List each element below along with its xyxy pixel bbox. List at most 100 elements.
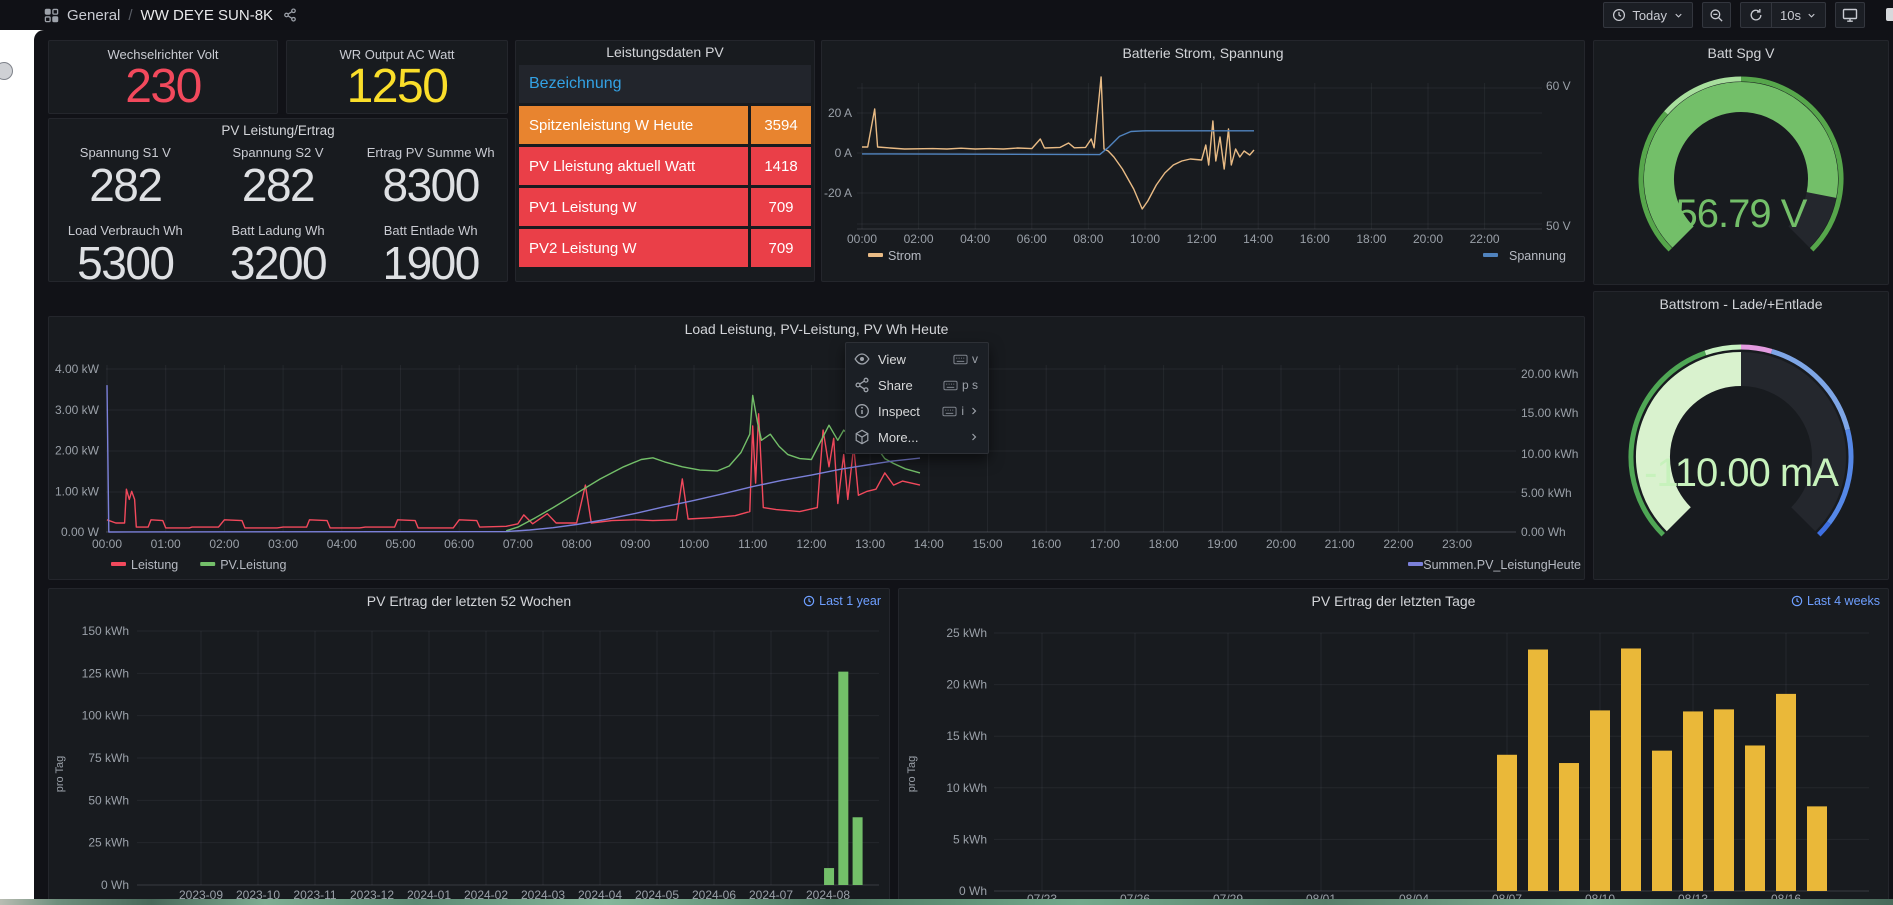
panel-leistungsdaten-pv: Leistungsdaten PV Bezeichnung Spitzenlei… bbox=[515, 40, 815, 282]
svg-text:10:00: 10:00 bbox=[1130, 232, 1160, 246]
table-row[interactable]: Spitzenleistung W Heute3594 bbox=[519, 106, 811, 144]
refresh-interval-picker[interactable]: 10s bbox=[1772, 3, 1825, 27]
breadcrumb-dashboard-title[interactable]: WW DEYE SUN-8K bbox=[141, 7, 274, 24]
panel-title[interactable]: Battstrom - Lade/+Entlade bbox=[1594, 296, 1888, 312]
svg-text:5 kWh: 5 kWh bbox=[953, 832, 987, 846]
clock-icon bbox=[1791, 595, 1803, 607]
load-chart-canvas[interactable]: 4.00 kW3.00 kW2.00 kW1.00 kW0.00 W20.00 … bbox=[49, 317, 1584, 579]
time-shortcut-link[interactable]: Last 1 year bbox=[803, 594, 881, 608]
menu-item-shortcut: i bbox=[961, 404, 964, 418]
stat-value: 5300 bbox=[77, 240, 173, 287]
svg-text:08:00: 08:00 bbox=[562, 537, 592, 551]
share-dashboard-icon[interactable] bbox=[283, 8, 297, 22]
svg-text:13:00: 13:00 bbox=[855, 537, 885, 551]
svg-text:25 kWh: 25 kWh bbox=[88, 836, 129, 850]
svg-text:10 kWh: 10 kWh bbox=[946, 781, 987, 795]
stat-cell: Batt Entlade Wh1900 bbox=[354, 223, 507, 287]
refresh-button[interactable] bbox=[1741, 3, 1771, 27]
svg-text:11:00: 11:00 bbox=[738, 537, 767, 551]
keyboard-icon bbox=[953, 352, 968, 367]
keyboard-icon bbox=[942, 404, 957, 419]
zoom-out-button[interactable] bbox=[1702, 2, 1731, 28]
stat-cell: Batt Ladung Wh3200 bbox=[202, 223, 355, 287]
svg-text:-20 A: -20 A bbox=[824, 186, 852, 200]
menu-item-view[interactable]: Viewv bbox=[846, 346, 988, 372]
menu-item-label: View bbox=[878, 352, 953, 367]
table-row[interactable]: PV Lleistung aktuell Watt1418 bbox=[519, 147, 811, 185]
panel-title[interactable]: Leistungsdaten PV bbox=[516, 44, 814, 60]
nav-controls: Today 10s bbox=[1603, 3, 1865, 27]
svg-text:20:00: 20:00 bbox=[1413, 232, 1443, 246]
svg-text:20:00: 20:00 bbox=[1266, 537, 1296, 551]
refresh-group: 10s bbox=[1740, 2, 1826, 28]
apps-grid-icon[interactable] bbox=[44, 8, 59, 23]
svg-text:02:00: 02:00 bbox=[904, 232, 934, 246]
window-edge-artifact bbox=[1886, 8, 1893, 21]
refresh-interval-label: 10s bbox=[1780, 8, 1801, 23]
cycle-view-mode-button[interactable] bbox=[1835, 2, 1865, 28]
svg-text:Spannung: Spannung bbox=[1509, 249, 1566, 263]
time-shortcut-link[interactable]: Last 4 weeks bbox=[1791, 594, 1880, 608]
svg-text:05:00: 05:00 bbox=[385, 537, 415, 551]
svg-text:15.00 kWh: 15.00 kWh bbox=[1521, 406, 1578, 420]
pv52-chart-canvas[interactable]: 150 kWh125 kWh100 kWh75 kWh50 kWh25 kWh0… bbox=[49, 589, 889, 904]
svg-text:12:00: 12:00 bbox=[796, 537, 826, 551]
batt-spg-gauge[interactable]: 56.79 V bbox=[1594, 41, 1888, 284]
panel-context-menu: ViewvSharep sInspecti More... bbox=[845, 342, 989, 454]
svg-text:02:00: 02:00 bbox=[209, 537, 239, 551]
svg-text:04:00: 04:00 bbox=[960, 232, 990, 246]
stat-value: 282 bbox=[242, 162, 314, 209]
batterie-chart-canvas[interactable]: 20 A0 A-20 A60 V50 V00:0002:0004:0006:00… bbox=[822, 41, 1584, 281]
row-name-cell: PV2 Leistung W bbox=[519, 229, 748, 267]
svg-text:15 kWh: 15 kWh bbox=[946, 729, 987, 743]
panel-title[interactable]: PV Ertrag der letzten Tage bbox=[899, 593, 1888, 609]
stat-value: 8300 bbox=[382, 162, 478, 209]
row-name-cell: PV1 Leistung W bbox=[519, 188, 748, 226]
panel-title[interactable]: Batterie Strom, Spannung bbox=[822, 45, 1584, 61]
svg-text:22:00: 22:00 bbox=[1470, 232, 1500, 246]
panel-title[interactable]: PV Ertrag der letzten 52 Wochen bbox=[49, 593, 889, 609]
stat-value: 282 bbox=[89, 162, 161, 209]
svg-text:19:00: 19:00 bbox=[1207, 537, 1237, 551]
table-column-header[interactable]: Bezeichnung bbox=[519, 65, 811, 103]
svg-text:0 A: 0 A bbox=[835, 146, 852, 160]
sidebar-toggle-button[interactable] bbox=[0, 62, 13, 80]
monitor-icon bbox=[1842, 7, 1858, 23]
table: Bezeichnung Spitzenleistung W Heute3594P… bbox=[519, 65, 811, 270]
svg-text:20 A: 20 A bbox=[828, 106, 852, 120]
left-margin bbox=[0, 30, 34, 905]
svg-text:14:00: 14:00 bbox=[914, 537, 944, 551]
menu-item-label: More... bbox=[878, 430, 966, 445]
pvdays-chart-canvas[interactable]: 25 kWh20 kWh15 kWh10 kWh5 kWh0 Wh07/2307… bbox=[899, 589, 1888, 904]
stat-label: Spannung S1 V bbox=[80, 145, 171, 160]
clock-icon bbox=[1612, 8, 1626, 22]
svg-text:1.00 kW: 1.00 kW bbox=[55, 484, 100, 498]
battstrom-gauge[interactable]: -110.00 mA bbox=[1594, 292, 1888, 579]
menu-item-inspect[interactable]: Inspecti bbox=[846, 398, 988, 424]
svg-text:Leistung: Leistung bbox=[131, 558, 178, 572]
stat-cell: Ertrag PV Summe Wh8300 bbox=[354, 145, 507, 209]
menu-item-share[interactable]: Sharep s bbox=[846, 372, 988, 398]
table-row[interactable]: PV1 Leistung W709 bbox=[519, 188, 811, 226]
svg-text:10:00: 10:00 bbox=[679, 537, 709, 551]
eye-icon bbox=[854, 351, 870, 367]
panel-title[interactable]: Load Leistung, PV-Leistung, PV Wh Heute bbox=[49, 321, 1584, 337]
stat-cell: Load Verbrauch Wh5300 bbox=[49, 223, 202, 287]
svg-text:2.00 kW: 2.00 kW bbox=[55, 444, 100, 458]
breadcrumb-section[interactable]: General bbox=[67, 7, 120, 24]
stat-label: Batt Entlade Wh bbox=[384, 223, 478, 238]
svg-text:01:00: 01:00 bbox=[151, 537, 181, 551]
panel-wechselrichter-volt: Wechselrichter Volt 230 bbox=[48, 40, 278, 114]
svg-text:4.00 kW: 4.00 kW bbox=[55, 362, 100, 376]
table-row[interactable]: PV2 Leistung W709 bbox=[519, 229, 811, 267]
svg-text:16:00: 16:00 bbox=[1300, 232, 1330, 246]
time-range-picker[interactable]: Today bbox=[1603, 2, 1693, 28]
stat-value: 3200 bbox=[230, 240, 326, 287]
stat-cell: Spannung S2 V282 bbox=[202, 145, 355, 209]
svg-text:16:00: 16:00 bbox=[1031, 537, 1061, 551]
svg-text:50 V: 50 V bbox=[1546, 219, 1571, 233]
menu-item-more[interactable]: More... bbox=[846, 424, 988, 450]
panel-title[interactable]: PV Leistung/Ertrag bbox=[49, 123, 507, 138]
svg-text:5.00 kWh: 5.00 kWh bbox=[1521, 486, 1572, 500]
panel-title[interactable]: Batt Spg V bbox=[1594, 45, 1888, 61]
